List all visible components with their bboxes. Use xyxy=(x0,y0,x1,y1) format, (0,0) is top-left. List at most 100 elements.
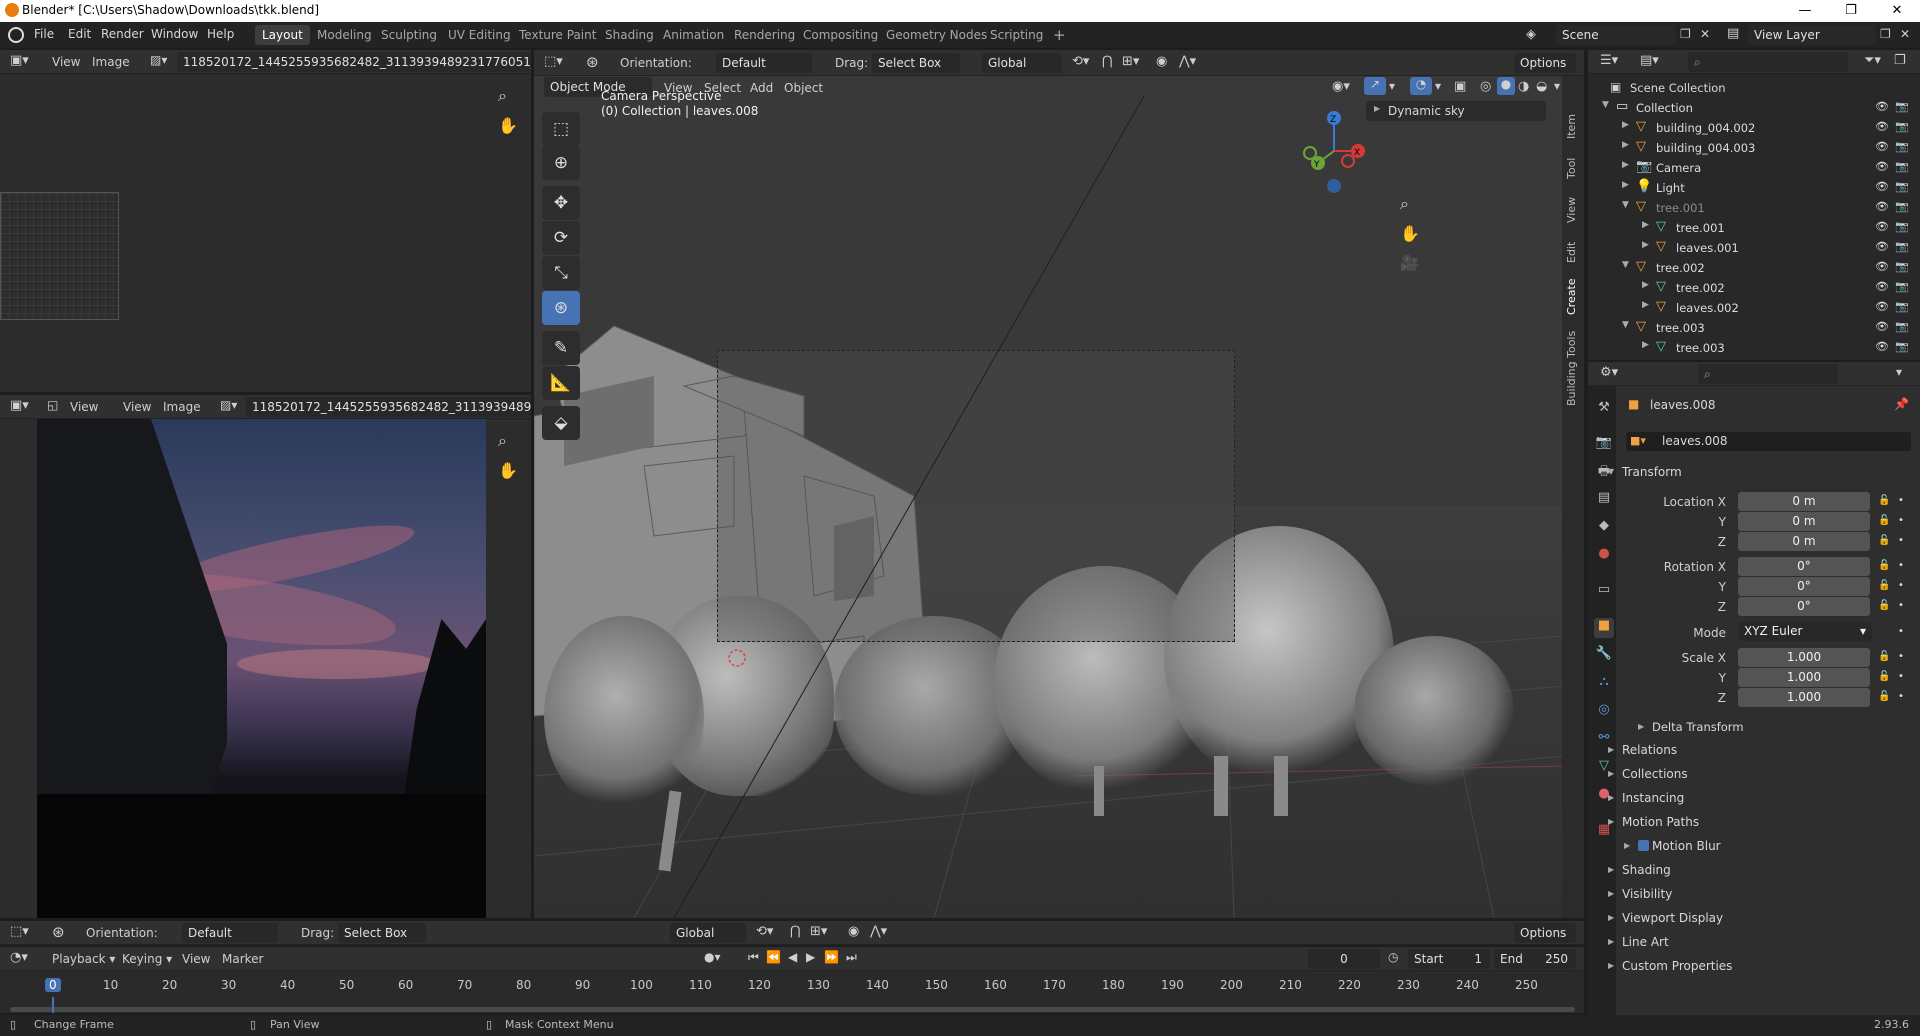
rotation-y-field[interactable]: 0° xyxy=(1738,577,1870,596)
outliner-row[interactable]: ▶ ▽ leaves.001 👁 📷 xyxy=(1592,238,1912,258)
tab-building-tools[interactable]: Building Tools xyxy=(1565,330,1585,406)
pan-hand-icon[interactable]: ✋ xyxy=(498,116,518,135)
zoom-icon[interactable]: ⌕ xyxy=(1400,194,1409,214)
menu-edit[interactable]: Edit xyxy=(68,27,91,41)
pivot-icon[interactable]: ⟲▾ xyxy=(1072,54,1089,69)
image-bottom-filename[interactable]: 118520172_1445255935682482_3113939489231 xyxy=(246,397,531,417)
image-bottom-image-menu[interactable]: Image xyxy=(163,397,201,417)
rotate-tool[interactable]: ⟳ xyxy=(542,221,580,255)
expand-toggle-icon[interactable]: ▶ xyxy=(1642,220,1649,230)
collections-panel[interactable]: ▶ Collections xyxy=(1608,767,1688,781)
current-frame-field[interactable]: 0 xyxy=(1308,949,1380,969)
falloff-icon[interactable]: ⋀▾ xyxy=(1179,54,1196,69)
keyframe-dot-icon[interactable]: • xyxy=(1898,515,1904,526)
options-dropdown[interactable]: Options xyxy=(1514,923,1576,943)
viewport-display-panel[interactable]: ▶ Viewport Display xyxy=(1608,911,1723,925)
menu-render[interactable]: Render xyxy=(101,27,144,41)
image-browse-icon[interactable]: ▨▾ xyxy=(150,53,167,67)
rendered-shading-icon[interactable]: ◒ xyxy=(1536,79,1547,94)
solid-shading-icon[interactable]: ● xyxy=(1497,77,1515,95)
image-bottom-view-menu[interactable]: View xyxy=(123,397,151,417)
snap-target-icon[interactable]: ⊞▾ xyxy=(1122,54,1139,69)
tab-sculpting[interactable]: Sculpting xyxy=(374,25,444,45)
image-top-image-menu[interactable]: Image xyxy=(92,52,130,72)
delete-view-layer-icon[interactable]: ✕ xyxy=(1900,27,1910,41)
line-art-panel[interactable]: ▶ Line Art xyxy=(1608,935,1669,949)
record-icon[interactable]: ●▾ xyxy=(704,950,721,964)
image-top-view-menu[interactable]: View xyxy=(52,52,80,72)
visibility-eye-icon[interactable]: 👁 xyxy=(1875,180,1889,193)
custom-properties-panel[interactable]: ▶ Custom Properties xyxy=(1608,959,1732,973)
expand-toggle-icon[interactable]: ▶ xyxy=(1622,140,1629,150)
visibility-eye-icon[interactable]: 👁 xyxy=(1875,100,1889,113)
menu-file[interactable]: File xyxy=(34,27,54,41)
tab-view[interactable]: View xyxy=(1565,192,1585,228)
outliner-row[interactable]: ▶ 📷 Camera 👁 📷 xyxy=(1592,158,1912,178)
view-layer-icon[interactable]: ▤ xyxy=(1727,26,1739,41)
scale-x-field[interactable]: 1.000 xyxy=(1738,648,1870,667)
image-top-filename[interactable]: 118520172_1445255935682482_3113939489231… xyxy=(177,52,531,72)
keying-menu[interactable]: Keying ▾ xyxy=(122,949,172,969)
menu-window[interactable]: Window xyxy=(151,27,198,41)
render-camera-icon[interactable]: 📷 xyxy=(1895,180,1909,193)
add-workspace-button[interactable]: + xyxy=(1046,25,1073,45)
visibility-eye-icon[interactable]: 👁 xyxy=(1875,200,1889,213)
minimize-button[interactable]: — xyxy=(1782,0,1828,22)
transform-space-dropdown[interactable]: Global xyxy=(982,53,1062,73)
tab-animation[interactable]: Animation xyxy=(656,25,731,45)
relations-panel[interactable]: ▶ Relations xyxy=(1608,743,1677,757)
location-x-field[interactable]: 0 m xyxy=(1738,492,1870,511)
timeline-scrollbar[interactable] xyxy=(10,1007,1575,1012)
transform-panel-header[interactable]: ▼ Transform xyxy=(1608,465,1682,479)
outliner-row[interactable]: ▼ ▽ tree.002 👁 📷 xyxy=(1592,258,1912,278)
tab-compositing[interactable]: Compositing xyxy=(796,25,885,45)
outliner-row[interactable]: ▶ 💡 Light 👁 📷 xyxy=(1592,178,1912,198)
outliner-row[interactable]: ▶ ▽ leaves.002 👁 📷 xyxy=(1592,298,1912,318)
annotate-tool[interactable]: ✎ xyxy=(542,331,580,365)
keyframe-dot-icon[interactable]: • xyxy=(1898,560,1904,571)
view-mode-icon[interactable]: ◱ xyxy=(47,398,58,412)
marker-menu[interactable]: Marker xyxy=(222,949,263,969)
material-shading-icon[interactable]: ◑ xyxy=(1518,79,1529,94)
rotation-z-field[interactable]: 0° xyxy=(1738,597,1870,616)
properties-editor-icon[interactable]: ⚙▾ xyxy=(1600,365,1618,380)
filter-icon[interactable]: ⏷▾ xyxy=(1864,53,1881,68)
falloff-icon[interactable]: ⋀▾ xyxy=(870,924,887,939)
options-dropdown[interactable]: Options xyxy=(1514,53,1576,73)
scale-y-field[interactable]: 1.000 xyxy=(1738,668,1870,687)
visibility-eye-icon[interactable]: 👁 xyxy=(1875,300,1889,313)
properties-search-input[interactable]: ⌕ xyxy=(1698,364,1838,384)
outliner-row[interactable]: ▶ ▽ tree.002 👁 📷 xyxy=(1592,278,1912,298)
expand-toggle-icon[interactable]: ▼ xyxy=(1602,100,1609,110)
play-icon[interactable]: ▶ xyxy=(806,950,815,964)
outliner-search-input[interactable]: ⌕ xyxy=(1688,52,1848,72)
visibility-eye-icon[interactable]: 👁 xyxy=(1875,260,1889,273)
render-camera-icon[interactable]: 📷 xyxy=(1895,200,1909,213)
keyframe-dot-icon[interactable]: • xyxy=(1898,651,1904,662)
overlays-menu-icon[interactable]: ▾ xyxy=(1435,79,1441,93)
playback-menu[interactable]: Playback ▾ xyxy=(52,949,115,969)
tab-create[interactable]: Create xyxy=(1565,274,1585,320)
display-mode-icon[interactable]: ▤▾ xyxy=(1640,53,1659,68)
render-camera-icon[interactable]: 📷 xyxy=(1895,340,1909,353)
clock-icon[interactable]: ◷ xyxy=(1388,950,1398,964)
delete-scene-icon[interactable]: ✕ xyxy=(1700,27,1710,41)
expand-toggle-icon[interactable]: ▶ xyxy=(1642,240,1649,250)
image-bottom-view-mode[interactable]: View xyxy=(70,397,98,417)
keyframe-dot-icon[interactable]: • xyxy=(1898,691,1904,702)
tab-scripting[interactable]: Scripting xyxy=(983,25,1050,45)
delta-transform-panel[interactable]: ▶ Delta Transform xyxy=(1638,720,1744,734)
drag-dropdown[interactable]: Select Box xyxy=(872,53,960,73)
new-scene-icon[interactable]: ❐ xyxy=(1680,27,1691,41)
tab-texture-paint[interactable]: Texture Paint xyxy=(512,25,603,45)
tab-item[interactable]: Item xyxy=(1565,108,1585,144)
pivot-icon[interactable]: ⟲▾ xyxy=(756,924,773,939)
snap-magnet-icon[interactable]: ⋂ xyxy=(1102,54,1113,69)
location-y-field[interactable]: 0 m xyxy=(1738,512,1870,531)
select-box-tool[interactable]: ⬚ xyxy=(542,112,580,146)
outliner-row[interactable]: ▶ ▽ building_004.003 👁 📷 xyxy=(1592,138,1912,158)
render-camera-icon[interactable]: 📷 xyxy=(1895,140,1909,153)
outliner-row[interactable]: ▶ ▽ tree.001 👁 📷 xyxy=(1592,218,1912,238)
pin-icon[interactable]: 📌 xyxy=(1894,397,1909,411)
viewport-object-menu[interactable]: Object xyxy=(784,78,823,98)
